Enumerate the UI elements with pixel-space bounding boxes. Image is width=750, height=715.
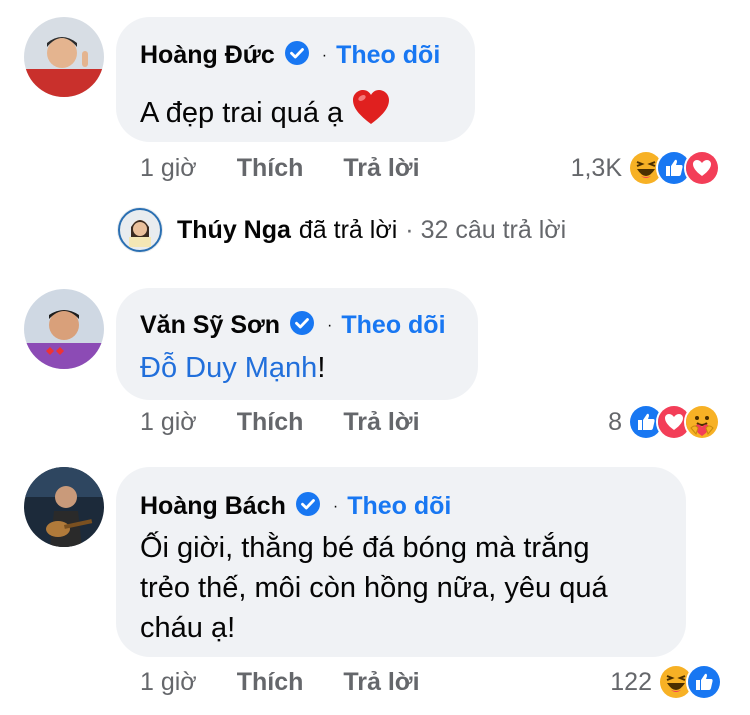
comment-text-line: trẻo thế, môi còn hồng nữa, yêu quá <box>140 572 608 604</box>
reply-button[interactable]: Trả lời <box>343 408 419 437</box>
comment-author[interactable]: Hoàng Bách <box>140 492 286 521</box>
comment-3-header: Hoàng Bách · Theo dõi <box>140 491 451 522</box>
reply-verb: đã trả lời <box>298 215 398 244</box>
avatar-hoang-duc[interactable] <box>24 17 104 97</box>
comment-time[interactable]: 1 giờ <box>140 408 197 437</box>
separator-dot: · <box>327 316 333 334</box>
love-reaction-icon <box>684 150 720 186</box>
like-reaction-icon <box>686 664 722 700</box>
reply-count: · 32 câu trả lời <box>405 215 567 244</box>
reaction-count[interactable]: 8 <box>570 408 622 437</box>
comment-time[interactable]: 1 giờ <box>140 668 197 697</box>
care-reaction-icon <box>684 404 720 440</box>
separator-dot: · <box>332 497 339 515</box>
reply-summary[interactable]: Thúy Nga đã trả lời · 32 câu trả lời <box>117 207 566 253</box>
verified-badge-icon <box>295 491 321 522</box>
comment-author[interactable]: Hoàng Đức <box>140 41 275 70</box>
comment-2-actions: 1 giờ Thích Trả lời <box>140 408 420 437</box>
avatar-hoang-bach[interactable] <box>24 467 104 547</box>
reply-button[interactable]: Trả lời <box>343 668 419 697</box>
comment-text-line: Ối giời, thằng bé đá bóng mà trắng <box>140 532 590 564</box>
comment-1-actions: 1 giờ Thích Trả lời <box>140 154 420 183</box>
reaction-icons[interactable] <box>628 150 720 186</box>
comment-time[interactable]: 1 giờ <box>140 154 197 183</box>
comment-2-header: Văn Sỹ Sơn · Theo dõi <box>140 310 446 341</box>
reply-button[interactable]: Trả lời <box>343 154 419 183</box>
red-heart-icon <box>351 88 391 137</box>
avatar-thuy-nga[interactable] <box>117 207 163 253</box>
like-button[interactable]: Thích <box>237 668 304 697</box>
follow-button[interactable]: Theo dõi <box>347 492 451 521</box>
follow-button[interactable]: Theo dõi <box>341 311 445 340</box>
mention-link[interactable]: Đỗ Duy Mạnh <box>140 352 317 384</box>
reply-author[interactable]: Thúy Nga <box>177 216 291 245</box>
like-button[interactable]: Thích <box>237 154 304 183</box>
comment-text: Đỗ Duy Mạnh! <box>140 348 325 388</box>
reaction-icons[interactable] <box>628 404 720 440</box>
comment-3-actions: 1 giờ Thích Trả lời <box>140 668 420 697</box>
comment-text-suffix: ! <box>317 352 326 384</box>
follow-button[interactable]: Theo dõi <box>336 41 440 70</box>
separator-dot: · <box>321 46 328 64</box>
comment-text: Ối giời, thằng bé đá bóng mà trắng trẻo … <box>140 528 608 648</box>
avatar-van-sy-son[interactable] <box>24 289 104 369</box>
comment-text-body: A đẹp trai quá ạ <box>140 96 344 129</box>
comment-author[interactable]: Văn Sỹ Sơn <box>140 311 280 340</box>
verified-badge-icon <box>284 40 310 71</box>
reaction-count[interactable]: 1,3K <box>540 154 622 183</box>
comment-text: A đẹp trai quá ạ <box>140 88 391 137</box>
verified-badge-icon <box>289 310 315 341</box>
comment-text-line: cháu ạ! <box>140 612 236 644</box>
reaction-count[interactable]: 122 <box>570 668 652 697</box>
like-button[interactable]: Thích <box>237 408 304 437</box>
reaction-icons[interactable] <box>658 664 722 700</box>
comment-1-header: Hoàng Đức · Theo dõi <box>140 40 440 71</box>
